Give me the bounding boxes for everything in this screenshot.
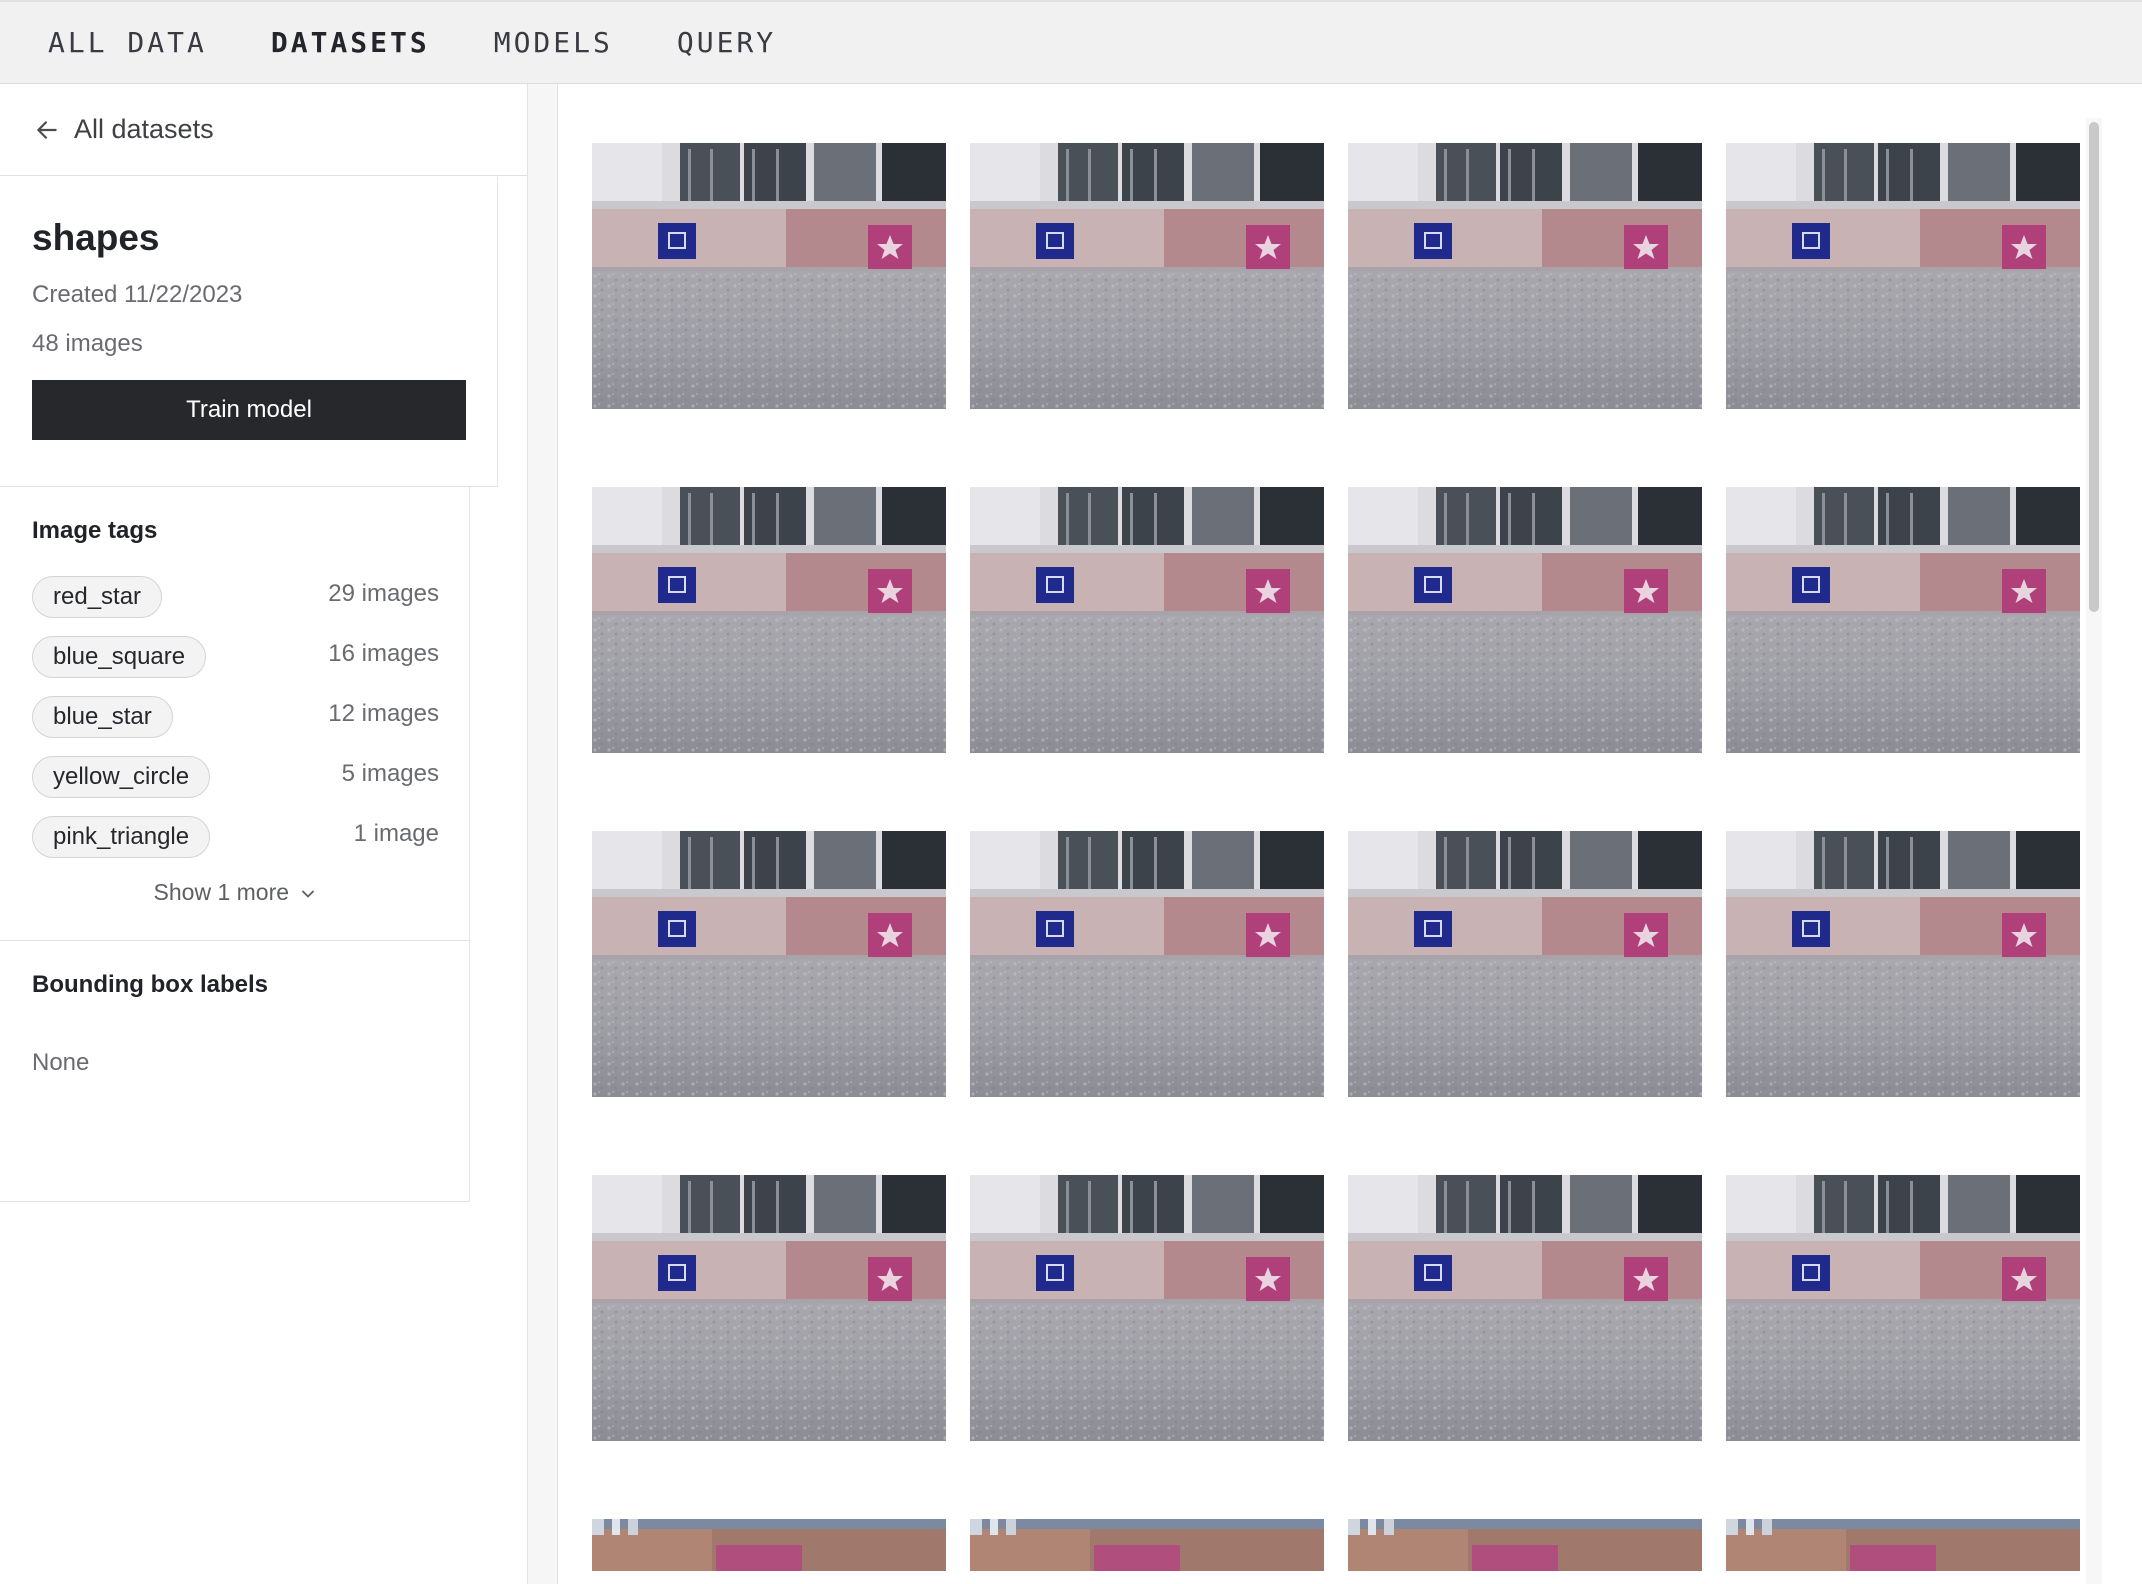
- image-tags-title: Image tags: [32, 517, 158, 544]
- tag-count: 12 images: [328, 700, 439, 727]
- image-thumbnail[interactable]: [1726, 1175, 2080, 1441]
- tag-chip-yellow-circle[interactable]: yellow_circle: [32, 756, 211, 798]
- back-label: All datasets: [74, 114, 214, 144]
- tag-row: pink_triangle 1 image: [32, 807, 439, 867]
- image-thumbnail[interactable]: [1726, 831, 2080, 1097]
- tab-datasets[interactable]: DATASETS: [271, 26, 430, 59]
- tag-row: yellow_circle 5 images: [32, 747, 439, 807]
- image-thumbnail[interactable]: [1348, 1519, 1702, 1571]
- scrollbar-thumb[interactable]: [2089, 122, 2099, 612]
- image-thumbnail[interactable]: [1726, 143, 2080, 409]
- panel-resize-divider[interactable]: [528, 84, 558, 1584]
- top-navigation: ALL DATA DATASETS MODELS QUERY: [0, 0, 2142, 84]
- image-thumbnail[interactable]: [592, 831, 946, 1097]
- tab-all-data[interactable]: ALL DATA: [48, 26, 207, 59]
- back-to-datasets-link[interactable]: All datasets: [0, 84, 527, 176]
- image-thumbnail[interactable]: [592, 1175, 946, 1441]
- tag-count: 29 images: [328, 580, 439, 607]
- show-more-tags-button[interactable]: Show 1 more: [32, 879, 437, 906]
- image-thumbnail[interactable]: [970, 1519, 1324, 1571]
- image-thumbnail[interactable]: [592, 487, 946, 753]
- image-thumbnail[interactable]: [970, 143, 1324, 409]
- dataset-name: shapes: [32, 217, 160, 258]
- tag-chip-blue-star[interactable]: blue_star: [32, 696, 173, 738]
- tag-count: 5 images: [341, 760, 439, 787]
- arrow-left-icon: [37, 120, 57, 139]
- chevron-down-icon: [302, 890, 315, 898]
- image-thumbnail[interactable]: [1348, 487, 1702, 753]
- bounding-box-labels-value: None: [32, 1049, 90, 1076]
- dataset-info-panel: shapes Created 11/22/2023 48 images Trai…: [0, 177, 498, 487]
- image-thumbnail[interactable]: [1348, 143, 1702, 409]
- sidebar: All datasets shapes Created 11/22/2023 4…: [0, 84, 528, 1584]
- dataset-created-date: Created 11/22/2023: [32, 281, 243, 308]
- bounding-box-labels-title: Bounding box labels: [32, 971, 269, 998]
- image-thumbnail[interactable]: [970, 487, 1324, 753]
- tag-chip-blue-square[interactable]: blue_square: [32, 636, 207, 678]
- dataset-image-count: 48 images: [32, 330, 143, 357]
- tag-chip-pink-triangle[interactable]: pink_triangle: [32, 816, 211, 858]
- show-more-label: Show 1 more: [153, 879, 290, 905]
- image-thumbnail[interactable]: [970, 831, 1324, 1097]
- tab-query[interactable]: QUERY: [677, 26, 776, 59]
- tag-count: 1 image: [353, 820, 439, 847]
- image-tags-panel: Image tags red_star 29 images blue_squar…: [0, 487, 470, 941]
- tag-row: blue_star 12 images: [32, 687, 439, 747]
- image-thumbnail[interactable]: [970, 1175, 1324, 1441]
- tag-chip-red-star[interactable]: red_star: [32, 576, 163, 618]
- gallery-scrollbar[interactable]: [2086, 118, 2102, 1584]
- train-model-button[interactable]: Train model: [32, 380, 466, 440]
- image-thumbnail[interactable]: [1348, 1175, 1702, 1441]
- tab-models[interactable]: MODELS: [494, 26, 613, 59]
- image-thumbnail[interactable]: [1726, 1519, 2080, 1571]
- image-thumbnail[interactable]: [592, 1519, 946, 1571]
- tag-row: blue_square 16 images: [32, 627, 439, 687]
- image-grid: [592, 143, 2080, 1571]
- tag-count: 16 images: [328, 640, 439, 667]
- image-gallery: [558, 84, 2142, 1584]
- bounding-box-labels-panel: Bounding box labels None: [0, 941, 470, 1202]
- image-thumbnail[interactable]: [592, 143, 946, 409]
- image-thumbnail[interactable]: [1726, 487, 2080, 753]
- image-thumbnail[interactable]: [1348, 831, 1702, 1097]
- tag-row: red_star 29 images: [32, 567, 439, 627]
